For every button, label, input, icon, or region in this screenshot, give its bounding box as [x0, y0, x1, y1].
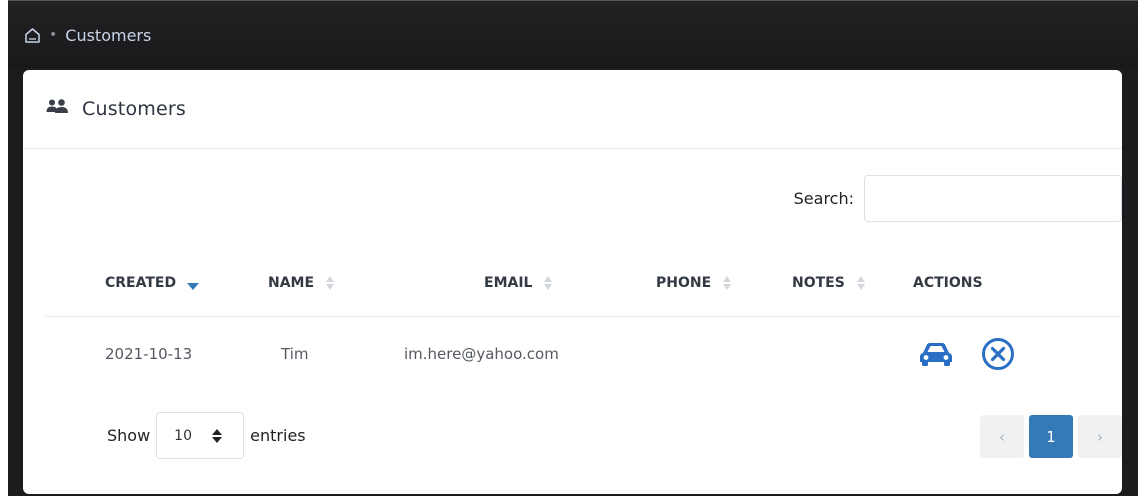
select-arrows-icon: [211, 428, 223, 444]
column-header-name[interactable]: NAME: [241, 250, 396, 317]
breadcrumb: • Customers: [24, 21, 151, 49]
column-header-actions: ACTIONS: [898, 250, 1120, 317]
search-input[interactable]: [864, 174, 1122, 222]
next-page-button[interactable]: ›: [1078, 415, 1122, 458]
cell-email: im.here@yahoo.com: [404, 345, 559, 364]
sort-icon: [856, 275, 866, 291]
column-label: ACTIONS: [913, 274, 983, 291]
column-label: PHONE: [656, 274, 712, 291]
search-label: Search:: [793, 188, 854, 208]
show-label: Show: [107, 426, 151, 445]
sort-icon: [722, 275, 732, 291]
cell-notes: [777, 316, 898, 392]
cell-created: 2021-10-13: [105, 345, 193, 364]
breadcrumb-current: Customers: [65, 25, 152, 45]
column-header-email[interactable]: EMAIL: [396, 250, 634, 317]
prev-page-button[interactable]: ‹: [980, 415, 1024, 458]
column-label: EMAIL: [484, 274, 533, 291]
column-header-phone[interactable]: PHONE: [634, 250, 777, 317]
card-header: Customers: [23, 70, 1122, 149]
column-label: NOTES: [792, 274, 845, 291]
home-icon[interactable]: [24, 27, 41, 44]
table-row[interactable]: 2021-10-13 Tim im.here@yahoo.com: [46, 316, 1120, 392]
page-title: Customers: [82, 98, 186, 120]
page-length-value: 10: [174, 427, 192, 444]
column-label: CREATED: [105, 274, 177, 291]
search-bar: Search:: [772, 174, 1122, 222]
pagination: ‹ 1 ›: [980, 415, 1122, 458]
column-header-created[interactable]: CREATED: [46, 250, 241, 317]
cell-actions: [898, 316, 1120, 392]
page-button-1[interactable]: 1: [1029, 415, 1073, 458]
sort-icon: [543, 275, 553, 291]
top-bar: • Customers: [8, 0, 1138, 68]
entries-label: entries: [250, 426, 306, 445]
customers-card: Customers Search: CREATED NAME EMAIL PHO…: [23, 70, 1122, 494]
customers-table: CREATED NAME EMAIL PHONE NOTES ACTIONS 2…: [46, 250, 1120, 392]
close-circle-icon[interactable]: [981, 337, 1015, 371]
cell-phone: [634, 316, 777, 392]
sort-desc-icon: [186, 276, 199, 290]
column-header-notes[interactable]: NOTES: [777, 250, 898, 317]
cell-name: Tim: [281, 345, 309, 364]
page-length-select[interactable]: 10: [156, 412, 245, 459]
column-label: NAME: [268, 274, 315, 291]
car-icon[interactable]: [918, 341, 954, 367]
page-length-control: Show 10 entries: [107, 412, 306, 459]
table-header-row: CREATED NAME EMAIL PHONE NOTES ACTIONS: [46, 250, 1120, 317]
sort-icon: [325, 275, 335, 291]
breadcrumb-separator: •: [49, 27, 58, 43]
users-icon: [46, 98, 68, 120]
